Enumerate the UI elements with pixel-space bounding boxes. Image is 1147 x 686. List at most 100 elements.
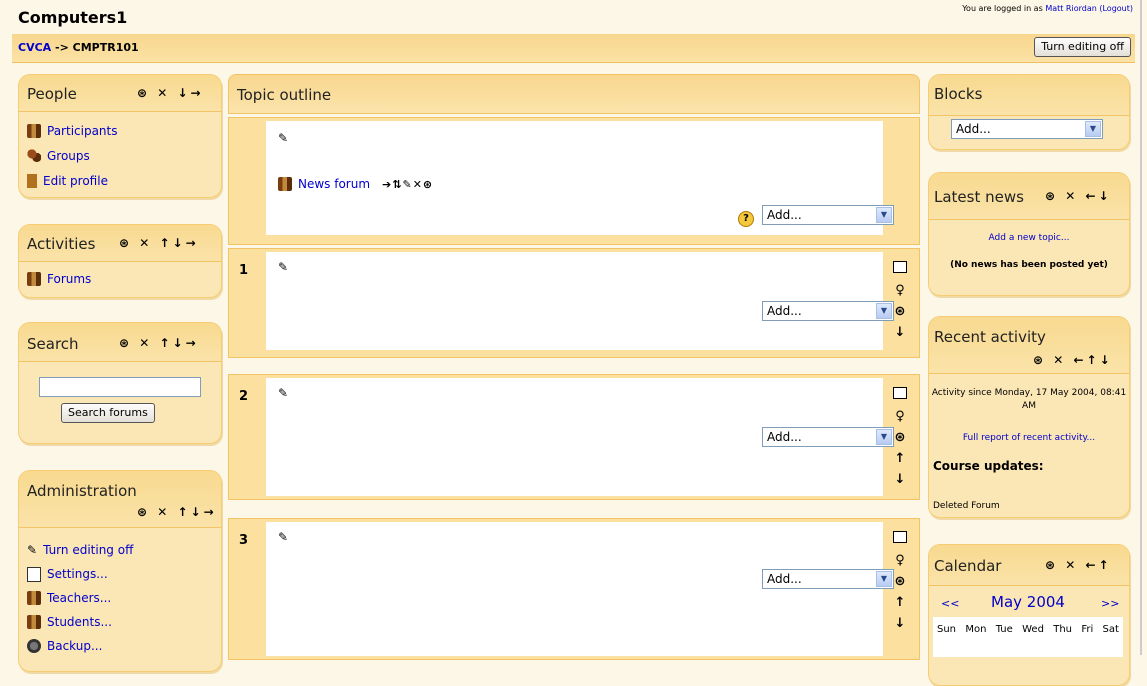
turn-editing-off-link[interactable]: Turn editing off [43,543,133,557]
calendar-header: Calendar ⊛ ✕ ←↑ [929,545,1129,586]
backup-link[interactable]: Backup... [47,639,102,653]
full-report-link[interactable]: Full report of recent activity... [929,433,1129,443]
activities-title: Activities [27,235,96,253]
section-number: 2 [239,389,249,404]
block-controls[interactable]: ⊛ ✕ ↑↓→ [119,236,199,250]
news-forum-controls[interactable]: ➔⇅✎✕⊛ [382,178,433,191]
turn-editing-off-button[interactable]: Turn editing off [1034,37,1131,57]
weekday: Tue [995,624,1013,635]
site-title: Computers1 [18,8,128,27]
add-block-select[interactable]: Add... ▼ [951,119,1103,139]
topic-outline-header: Topic outline [228,74,920,114]
activities-block-header: Activities ⊛ ✕ ↑↓→ [19,225,221,262]
recent-activity-header: Recent activity ⊛ ✕ ←↑↓ [929,317,1129,374]
news-forum-link[interactable]: News forum [298,177,370,191]
chevron-down-icon: ▼ [876,429,892,445]
block-controls[interactable]: ⊛ ✕ ←↑ [1045,558,1112,572]
backup-item[interactable]: Backup... [27,634,213,658]
breadcrumb-root[interactable]: CVCA [18,41,51,54]
block-controls[interactable]: ⊛ ✕ ←↑↓ [1033,353,1113,367]
edit-profile-link[interactable]: Edit profile [43,174,108,188]
user-link[interactable]: Matt Riordan [1045,4,1097,13]
teachers-link[interactable]: Teachers... [47,591,111,605]
turn-editing-off-item[interactable]: ✎ Turn editing off [27,538,213,562]
section-2-content: ✎ Add... ▼ [266,378,894,496]
students-link[interactable]: Students... [47,615,112,629]
calendar-month-link[interactable]: May 2004 [991,593,1065,611]
blocks-title: Blocks [934,85,983,103]
help-icon[interactable]: ? [738,211,754,227]
edit-profile-item[interactable]: Edit profile [27,168,213,193]
chevron-down-icon: ▼ [876,303,892,319]
section-0: ✎ News forum ➔⇅✎✕⊛ ? Add... ▼ [228,117,920,245]
add-activity-select[interactable]: Add... ▼ [762,301,894,321]
students-item[interactable]: Students... [27,610,213,634]
lightbulb-icon[interactable]: ♀ [891,550,909,571]
settings-link[interactable]: Settings... [47,567,108,581]
blocks-block-header: Blocks [929,75,1129,116]
edit-summary-icon[interactable]: ✎ [278,530,288,544]
groups-item[interactable]: Groups [27,143,213,168]
lightbulb-icon[interactable]: ♀ [891,406,909,427]
latest-news-header: Latest news ⊛ ✕ ←↓ [929,173,1129,220]
chevron-down-icon: ▼ [876,207,892,223]
eye-icon[interactable]: ⊛ [891,301,909,322]
add-block-value: Add... [956,122,991,136]
logout-link[interactable]: (Logout) [1099,4,1133,13]
people-block-header: People ⊛ ✕ ↓→ [19,75,221,112]
section-3: 3 ✎ Add... ▼ ♀ ⊛ ↑ ↓ [228,518,920,660]
block-controls[interactable]: ⊛ ✕ ↑↓→ [119,336,199,350]
edit-icon: ✎ [27,543,38,557]
activities-block: Activities ⊛ ✕ ↑↓→ Forums [18,224,222,298]
move-down-icon[interactable]: ↓ [891,613,909,634]
topic-outline-title: Topic outline [237,86,332,104]
square-icon[interactable] [891,259,909,280]
breadcrumb-course: CMPTR101 [72,41,139,54]
square-icon[interactable] [891,385,909,406]
add-activity-select[interactable]: Add... ▼ [762,569,894,589]
teachers-item[interactable]: Teachers... [27,586,213,610]
weekday: Sun [937,624,957,635]
weekday-row: Sun Mon Tue Wed Thu Fri Sat [933,617,1123,635]
participants-link[interactable]: Participants [47,124,118,138]
forums-item[interactable]: Forums [27,266,213,291]
add-activity-select[interactable]: Add... ▼ [762,427,894,447]
eye-icon[interactable]: ⊛ [891,571,909,592]
edit-summary-icon[interactable]: ✎ [278,386,288,400]
square-icon[interactable] [891,529,909,550]
people-block: People ⊛ ✕ ↓→ Participants Groups Edit p… [18,74,222,198]
calendar-prev-link[interactable]: << [941,597,959,610]
lightbulb-icon[interactable]: ♀ [891,280,909,301]
backup-icon [27,639,41,653]
edit-summary-icon[interactable]: ✎ [278,131,288,145]
groups-link[interactable]: Groups [47,149,90,163]
forums-link[interactable]: Forums [47,272,91,286]
section-number: 1 [239,263,249,278]
settings-item[interactable]: Settings... [27,562,213,586]
breadcrumb-sep: -> [55,41,69,54]
add-new-topic-link[interactable]: Add a new topic... [929,233,1129,243]
block-controls[interactable]: ⊛ ✕ ↑↓→ [137,505,217,519]
block-controls[interactable]: ⊛ ✕ ←↓ [1045,189,1112,203]
move-up-icon[interactable]: ↑ [891,592,909,613]
teachers-icon [27,591,41,605]
section-2: 2 ✎ Add... ▼ ♀ ⊛ ↑ ↓ [228,374,920,500]
administration-title: Administration [27,482,137,500]
move-up-icon[interactable]: ↑ [891,448,909,469]
add-activity-select[interactable]: Add... ▼ [762,205,894,225]
search-input[interactable] [39,377,201,397]
search-forums-button[interactable]: Search forums [61,403,155,423]
weekday: Thu [1053,624,1073,635]
weekday: Sat [1102,624,1119,635]
weekday: Mon [965,624,987,635]
search-block-header: Search ⊛ ✕ ↑↓→ [19,323,221,362]
eye-icon[interactable]: ⊛ [891,427,909,448]
edit-summary-icon[interactable]: ✎ [278,260,288,274]
calendar-next-link[interactable]: >> [1101,597,1119,610]
move-down-icon[interactable]: ↓ [891,469,909,490]
move-down-icon[interactable]: ↓ [891,322,909,343]
participants-item[interactable]: Participants [27,118,213,143]
login-prefix: You are logged in as [962,4,1043,13]
block-controls[interactable]: ⊛ ✕ ↓→ [137,86,204,100]
news-forum-item: News forum ➔⇅✎✕⊛ [278,177,433,191]
